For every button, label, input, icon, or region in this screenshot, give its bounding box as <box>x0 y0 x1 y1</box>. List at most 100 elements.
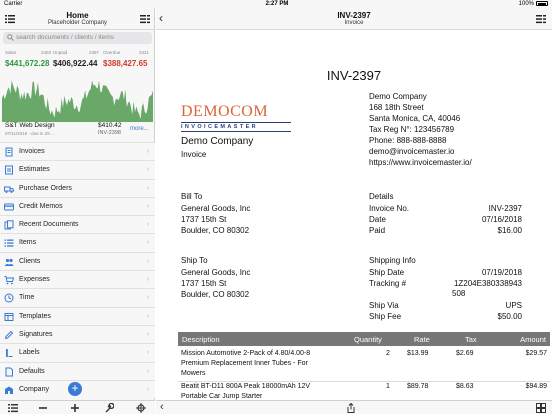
stat-overdue[interactable]: Overdue 2321 $388,427.65 <box>103 50 149 76</box>
sidebar-item-label: Clients <box>19 257 41 265</box>
search-placeholder: search documents / clients / items <box>16 34 114 41</box>
sidebar-item-recent-documents[interactable]: Recent Documents › <box>0 215 155 234</box>
item-amount: $94.89 <box>525 383 547 390</box>
chevron-right-icon: › <box>146 148 149 155</box>
company-address-line: Demo Company <box>369 92 427 101</box>
grid-view-icon[interactable] <box>536 403 546 413</box>
stat-label: Overdue <box>103 50 121 55</box>
list-icon <box>4 239 14 248</box>
sidebar-item-clients[interactable]: Clients › <box>0 251 155 271</box>
detail-key: Paid <box>369 226 386 235</box>
stats-panel[interactable]: Sales 2403 $441,672.28 Unpaid 2397 $406,92… <box>0 48 155 76</box>
company-address-line: 168 18th Street <box>369 103 424 112</box>
chevron-right-icon: › <box>146 221 149 229</box>
credit-card-icon <box>4 203 14 211</box>
list-view-icon[interactable] <box>8 403 18 413</box>
item-tax: $8.63 <box>456 383 474 390</box>
stat-unpaid[interactable]: Unpaid 2397 $406,922.44 <box>53 50 99 76</box>
stat-label: Unpaid <box>53 50 68 55</box>
company-logo-subtext: INVOICEMASTER <box>181 124 259 130</box>
ship-date-value: 07/19/2018 <box>481 268 522 277</box>
company-address-line: Santa Monica, CA, 40046 <box>369 114 461 123</box>
line-items-header: Description Quantity Rate Tax Amount <box>178 332 550 346</box>
add-document-button[interactable]: + <box>68 382 82 396</box>
more-link[interactable]: more... <box>130 126 149 132</box>
sidebar-nav-bar: Home Placeholder Company <box>0 8 155 30</box>
sidebar-item-label: Recent Documents <box>19 221 79 229</box>
table-row[interactable]: Beatit BT-D11 800A Peak 18000mAh 12V Port… <box>178 383 550 400</box>
chevron-right-icon: › <box>146 294 149 302</box>
chevron-right-icon: › <box>146 349 149 357</box>
sidebar-item-label: Templates <box>19 312 51 320</box>
stat-count: 2397 <box>88 50 99 55</box>
item-tax: $2.69 <box>456 350 474 357</box>
carrier-label: Carrier <box>4 1 23 7</box>
item-quantity: 1 <box>386 383 390 390</box>
template-icon <box>4 312 14 321</box>
wrench-icon[interactable] <box>104 403 114 413</box>
battery-indicator: 100% <box>519 1 548 7</box>
document-type: Invoice <box>181 150 207 159</box>
chevron-right-icon: › <box>146 202 149 210</box>
recent-document[interactable]: S&T Web Design $410.42 07/11/2018 - due … <box>0 122 155 142</box>
sidebar-item-purchase-orders[interactable]: Purchase Orders › <box>0 178 155 197</box>
row-divider <box>178 381 550 382</box>
tracking-value-cont: 508 <box>452 289 466 298</box>
ship-to-line: 1737 15th St <box>181 279 227 288</box>
sidebar-item-templates[interactable]: Templates › <box>0 306 155 325</box>
people-icon <box>4 258 14 266</box>
ship-date-key: Ship Date <box>369 268 405 277</box>
document-view: ‹ INV-2397 Invoice INV-2397 DEMOCOM INVO… <box>156 8 552 414</box>
company-address-line: demo@invoicemaster.io <box>369 147 455 156</box>
sidebar-item-signatures[interactable]: Signatures › <box>0 324 155 344</box>
plus-icon: + <box>71 381 79 395</box>
sidebar-item-labels[interactable]: Labels › <box>0 343 155 362</box>
ship-to-line: Boulder, CO 80302 <box>181 290 250 299</box>
stat-value: $388,427.65 <box>103 59 148 68</box>
sidebar-item-invoices[interactable]: Invoices › <box>0 142 155 161</box>
battery-icon <box>536 1 548 6</box>
chevron-right-icon: › <box>146 276 149 284</box>
document-toolbar: ‹ <box>156 400 552 414</box>
sidebar-item-time[interactable]: Time › <box>0 288 155 307</box>
doc-icon <box>5 367 13 377</box>
sidebar-item-credit-memos[interactable]: Credit Memos › <box>0 196 155 216</box>
filter-list-icon[interactable] <box>140 14 150 24</box>
col-tax: Tax <box>465 335 477 344</box>
search-input[interactable]: search documents / clients / items <box>3 32 152 44</box>
stat-sales[interactable]: Sales 2403 $441,672.28 <box>5 50 51 76</box>
sidebar-item-defaults[interactable]: Defaults › <box>0 361 155 380</box>
stat-label: Sales <box>5 50 17 55</box>
sales-chart-area <box>2 80 153 122</box>
detail-key: Invoice No. <box>369 204 410 213</box>
share-icon[interactable] <box>346 403 356 413</box>
sidebar-item-label: Credit Memos <box>19 202 63 210</box>
document-nav-bar: ‹ INV-2397 Invoice <box>156 8 552 30</box>
bill-to-line: General Goods, Inc <box>181 204 251 213</box>
settings-target-icon[interactable] <box>136 403 146 413</box>
ship-to-label: Ship To <box>181 256 208 265</box>
ship-via-key: Ship Via <box>369 301 399 310</box>
sidebar-toolbar <box>0 400 155 414</box>
company-address-line: Tax Reg N°: 123456789 <box>369 125 455 134</box>
table-row[interactable]: Mission Automotive 2-Pack of 4.80/4.00-8… <box>178 350 550 380</box>
col-quantity: Quantity <box>354 335 382 344</box>
sidebar-item-items[interactable]: Items › <box>0 233 155 252</box>
sidebar-item-label: Expenses <box>19 276 50 284</box>
detail-value: INV-2397 <box>488 204 522 213</box>
bill-to-line: Boulder, CO 80302 <box>181 226 250 235</box>
truck-icon <box>4 186 14 193</box>
filter-list-icon[interactable] <box>536 14 546 24</box>
invoice-document[interactable]: INV-2397 DEMOCOM INVOICEMASTER Demo Comp… <box>156 30 552 400</box>
minus-icon[interactable] <box>38 403 48 413</box>
logo-divider <box>181 131 291 132</box>
sidebar-item-label: Labels <box>19 349 40 357</box>
sidebar-item-expenses[interactable]: Expenses › <box>0 270 155 289</box>
sidebar-item-estimates[interactable]: Estimates › <box>0 160 155 179</box>
shipping-info-label: Shipping Info <box>369 256 416 265</box>
stat-value: $406,922.44 <box>53 59 98 68</box>
plus-icon[interactable] <box>70 403 80 413</box>
item-rate: $13.99 <box>407 350 429 357</box>
back-chevron-icon[interactable]: ‹ <box>160 401 164 413</box>
sales-chart <box>2 80 153 122</box>
